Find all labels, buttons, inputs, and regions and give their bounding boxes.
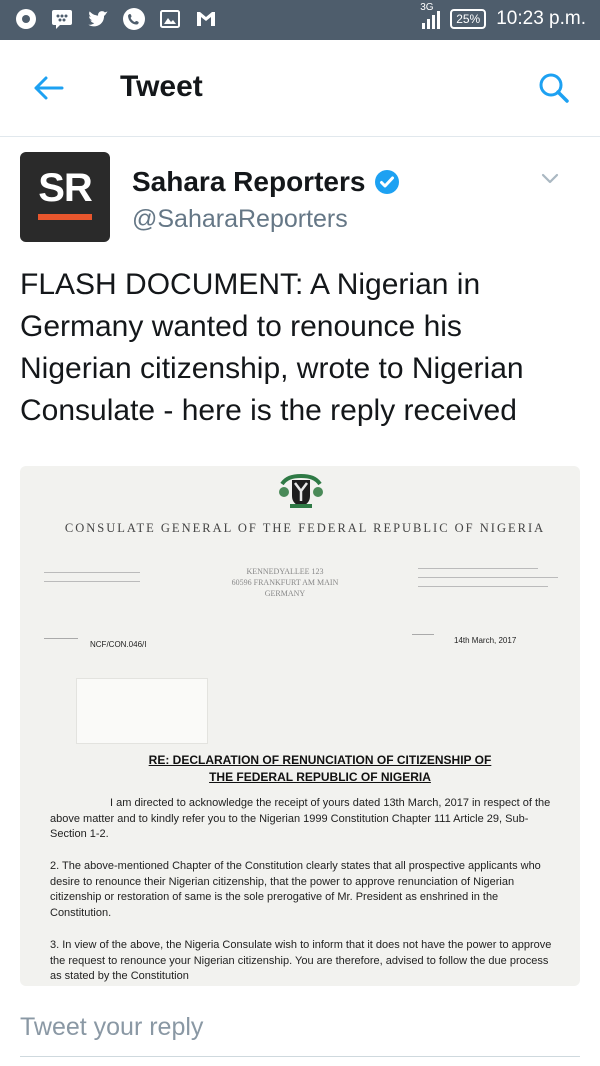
twitter-bird-icon	[86, 7, 110, 31]
date-label-mark	[412, 630, 434, 635]
subject-line-1: RE: DECLARATION OF RENUNCIATION OF CITIZ…	[148, 753, 492, 767]
page-title: Tweet	[120, 70, 203, 103]
author-line: Sahara Reporters	[132, 166, 401, 198]
phone-icon	[122, 7, 146, 31]
battery-indicator: 25%	[450, 9, 487, 29]
letter-paragraph-3: 3. In view of the above, the Nigeria Con…	[50, 939, 552, 982]
status-indicators: 3G 25% 10:23 p.m.	[420, 2, 586, 30]
circle-app-icon	[14, 7, 38, 31]
tweet-media-image[interactable]: CONSULATE GENERAL OF THE FEDERAL REPUBLI…	[20, 466, 580, 986]
chevron-down-icon[interactable]	[538, 166, 562, 190]
image-icon	[158, 7, 182, 31]
reply-box[interactable]: Tweet your reply	[20, 1000, 580, 1057]
gmail-icon	[194, 7, 218, 31]
subject-line-2: THE FEDERAL REPUBLIC OF NIGERIA	[209, 770, 431, 784]
signal-icon: 3G	[420, 2, 441, 29]
reference-label-mark	[44, 634, 78, 639]
letter-date: 14th March, 2017	[454, 636, 517, 645]
tweet-text: FLASH DOCUMENT: A Nigerian in Germany wa…	[20, 268, 524, 427]
avatar[interactable]: SR	[20, 152, 110, 242]
notification-icons	[14, 7, 218, 31]
search-icon[interactable]	[536, 70, 572, 106]
consulate-heading: CONSULATE GENERAL OF THE FEDERAL REPUBLI…	[64, 521, 546, 535]
tweet-header: SR Sahara Reporters @SaharaReporters	[20, 152, 580, 244]
clock: 10:23 p.m.	[496, 8, 586, 29]
app-bar: Tweet	[0, 40, 600, 137]
avatar-accent-bar	[38, 214, 92, 220]
consulate-letter: CONSULATE GENERAL OF THE FEDERAL REPUBLI…	[20, 466, 580, 986]
verified-badge-icon	[373, 168, 401, 196]
coat-of-arms-icon	[274, 470, 328, 510]
telephone-numbers	[44, 566, 140, 582]
letter-subject: RE: DECLARATION OF RENUNCIATION OF CITIZ…	[120, 752, 520, 786]
author-handle[interactable]: @SaharaReporters	[132, 205, 348, 234]
avatar-logo-text: SR	[38, 166, 93, 210]
website-lines	[418, 562, 558, 587]
bbm-icon	[50, 7, 74, 31]
author-name[interactable]: Sahara Reporters	[132, 166, 365, 198]
letter-paragraph-1: I am directed to acknowledge the receipt…	[50, 797, 551, 840]
letter-paragraph-2: 2. The above-mentioned Chapter of the Co…	[50, 860, 541, 919]
consulate-address: KENNEDYALLEE 123 60596 FRANKFURT AM MAIN…	[231, 567, 339, 598]
network-type: 3G	[420, 2, 434, 13]
reference-number: NCF/CON.046/I	[90, 640, 147, 649]
redacted-recipient-address	[76, 678, 208, 744]
status-bar: 3G 25% 10:23 p.m.	[0, 0, 600, 40]
arrow-left-icon[interactable]	[30, 70, 66, 106]
reply-input-placeholder[interactable]: Tweet your reply	[20, 1013, 203, 1042]
